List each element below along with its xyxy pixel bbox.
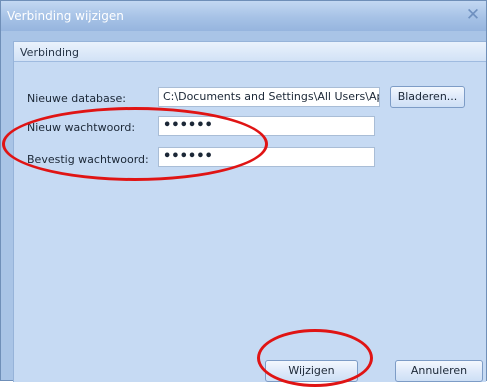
dialog-window: Verbinding wijzigen ✕ Verbinding Nieuwe … [0,0,487,382]
annotation-circle-passwords [2,107,268,181]
group-title: Verbinding [20,46,79,59]
annotation-circle-apply [257,329,373,387]
group-header: Verbinding [14,42,486,62]
connection-group: Verbinding Nieuwe database: C:\Documents… [13,41,486,382]
close-icon[interactable]: ✕ [464,6,482,24]
title-bar[interactable]: Verbinding wijzigen ✕ [1,1,486,31]
browse-button[interactable]: Bladeren... [390,86,465,108]
database-field[interactable]: C:\Documents and Settings\All Users\Ap [158,87,380,107]
database-label: Nieuwe database: [27,92,126,105]
cancel-button[interactable]: Annuleren [395,360,483,382]
window-title: Verbinding wijzigen [7,9,124,23]
